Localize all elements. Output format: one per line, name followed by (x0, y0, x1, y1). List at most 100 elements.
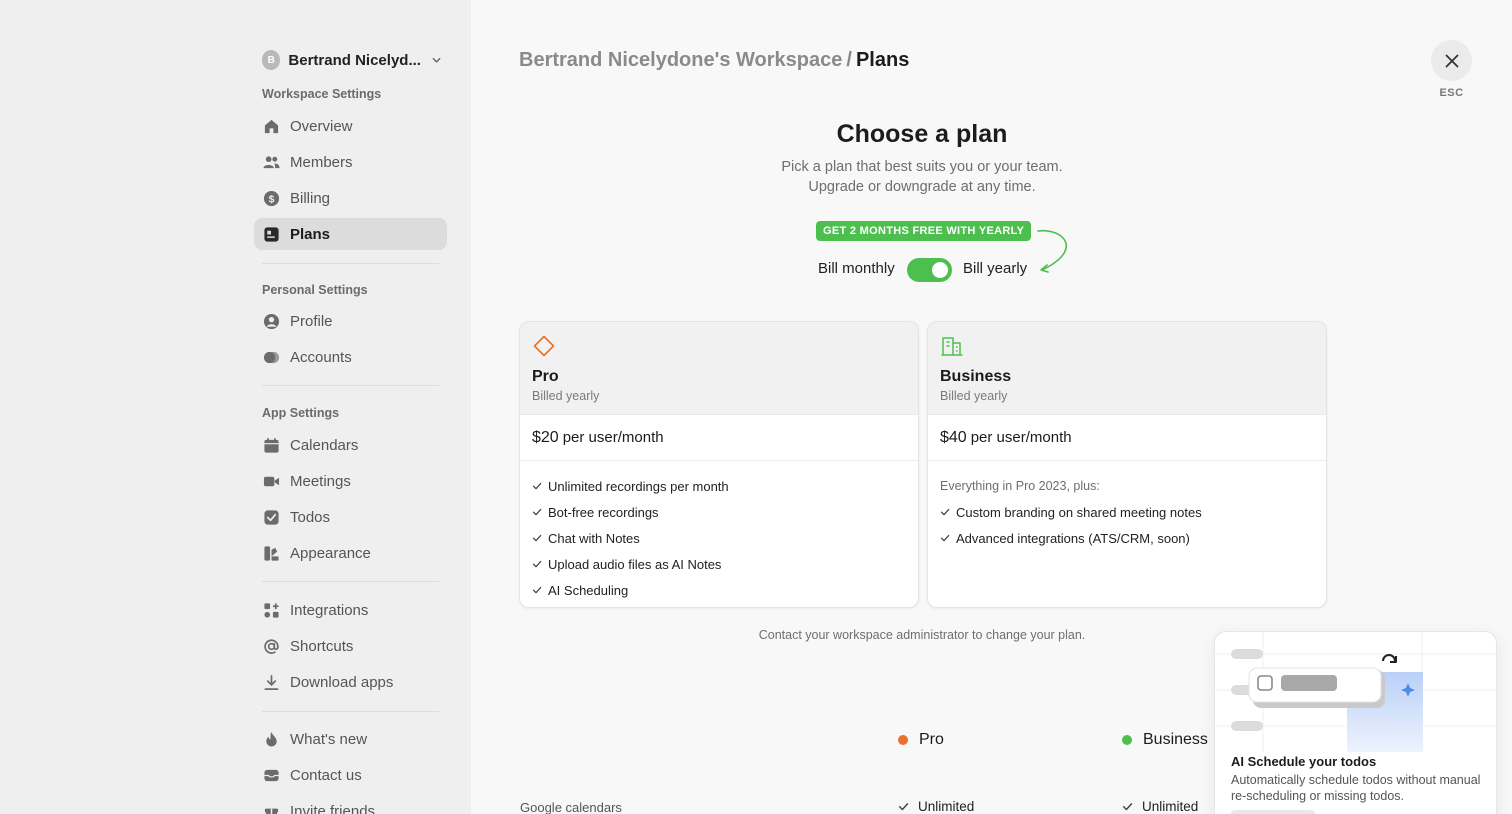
sidebar-item-label: Members (290, 153, 353, 171)
home-icon (262, 117, 280, 135)
download-icon (262, 673, 280, 691)
accounts-icon (262, 348, 280, 366)
section-personal-settings: Personal Settings (262, 283, 368, 297)
sidebar-item-invite-friends[interactable]: Invite friends (254, 795, 447, 814)
sidebar-item-download-apps[interactable]: Download apps (254, 666, 447, 698)
plan-price: $40 per user/month (928, 415, 1326, 461)
chevron-down-icon (432, 57, 441, 63)
sidebar-item-calendars[interactable]: Calendars (254, 429, 447, 461)
sidebar-item-label: Billing (290, 189, 331, 207)
toggle-knob (932, 262, 948, 278)
at-icon (262, 637, 280, 655)
svg-text:$: $ (268, 194, 274, 205)
comparison-cell-business: Unlimited (1122, 799, 1198, 814)
sidebar-item-whats-new[interactable]: What's new (254, 723, 447, 755)
feature-item: Custom branding on shared meeting notes (940, 499, 1314, 525)
sidebar-item-shortcuts[interactable]: Shortcuts (254, 630, 447, 662)
sidebar-item-todos[interactable]: Todos (254, 501, 447, 533)
sidebar-item-label: Invite friends (290, 802, 376, 814)
plans-heading: Choose a plan (836, 120, 1008, 148)
integrations-icon (262, 601, 280, 619)
breadcrumb-separator: / (846, 49, 852, 71)
feature-item: Advanced integrations (ATS/CRM, soon) (940, 525, 1314, 551)
sidebar-item-profile[interactable]: Profile (254, 305, 447, 337)
plan-features: Unlimited recordings per month Bot-free … (520, 461, 918, 603)
workspace-name: Bertrand Nicelyd... (288, 51, 421, 69)
sidebar-item-integrations[interactable]: Integrations (254, 594, 447, 626)
sidebar-item-label: Profile (290, 312, 333, 330)
feature-item: AI Scheduling (532, 577, 906, 603)
gift-icon (262, 802, 280, 814)
sidebar-item-label: Todos (290, 508, 331, 526)
plan-price: $20 per user/month (520, 415, 918, 461)
plan-name: Business (940, 368, 1012, 385)
sidebar-item-label: Plans (290, 225, 331, 243)
plan-card-header: Business Billed yearly (928, 322, 1326, 415)
bill-monthly-label[interactable]: Bill monthly (818, 260, 895, 277)
calendar-icon (262, 436, 280, 454)
close-button[interactable] (1431, 40, 1472, 81)
plan-billing-period: Billed yearly (940, 389, 1008, 403)
sidebar: B Bertrand Nicelyd... Workspace Settings… (0, 0, 471, 814)
sidebar-item-label: Download apps (290, 673, 394, 691)
plan-name: Pro (532, 368, 559, 385)
check-icon (532, 586, 542, 594)
plan-billing-period: Billed yearly (532, 389, 600, 403)
sidebar-item-plans[interactable]: Plans (254, 218, 447, 250)
feature-item: Unlimited recordings per month (532, 473, 906, 499)
breadcrumb-workspace[interactable]: Bertrand Nicelydone's Workspace (519, 49, 842, 71)
contact-admin-note: Contact your workspace administrator to … (758, 628, 1086, 642)
plan-price-unit: per user/month (562, 429, 664, 446)
sidebar-divider (262, 385, 439, 386)
breadcrumb: Bertrand Nicelydone's Workspace / Plans (519, 49, 909, 72)
feature-text: Upload audio files as AI Notes (548, 556, 722, 572)
esc-hint: ESC (1439, 87, 1464, 99)
promo-card-cta-button[interactable] (1231, 810, 1315, 814)
building-icon (941, 337, 963, 356)
appearance-icon (262, 544, 280, 562)
comparison-row-label: Google calendars (520, 800, 622, 814)
dollar-icon: $ (262, 189, 280, 207)
workspace-avatar: B (262, 50, 281, 70)
sidebar-item-members[interactable]: Members (254, 146, 447, 178)
sidebar-item-label: Shortcuts (290, 637, 354, 655)
plan-price-amount: $40 (940, 428, 967, 446)
check-icon (532, 508, 542, 516)
sidebar-item-meetings[interactable]: Meetings (254, 465, 447, 497)
sidebar-item-contact-us[interactable]: Contact us (254, 759, 447, 791)
feature-item: Chat with Notes (532, 525, 906, 551)
sidebar-item-label: What's new (290, 730, 368, 748)
business-dot-icon (1122, 735, 1132, 745)
members-icon (262, 153, 280, 171)
close-icon (1445, 54, 1458, 67)
feature-item: Upload audio files as AI Notes (532, 551, 906, 577)
feature-item: Bot-free recordings (532, 499, 906, 525)
ai-schedule-illustration (1215, 632, 1496, 752)
diamond-icon (533, 335, 555, 357)
sidebar-item-label: Contact us (290, 766, 362, 784)
bill-yearly-label[interactable]: Bill yearly (963, 260, 1027, 277)
check-icon (940, 508, 950, 516)
sidebar-item-appearance[interactable]: Appearance (254, 537, 447, 569)
workspace-switcher[interactable]: B Bertrand Nicelyd... (262, 48, 442, 72)
promo-card-description: Automatically schedule todos without man… (1231, 773, 1481, 803)
ai-schedule-promo-card[interactable]: AI Schedule your todos Automatically sch… (1214, 631, 1497, 814)
sidebar-item-overview[interactable]: Overview (254, 110, 447, 142)
comparison-cell-value: Unlimited (918, 799, 975, 814)
feature-intro: Everything in Pro 2023, plus: (940, 479, 1100, 493)
sidebar-item-billing[interactable]: $ Billing (254, 182, 447, 214)
billing-cycle-toggle[interactable] (907, 258, 952, 282)
sidebar-item-label: Meetings (290, 472, 351, 490)
sidebar-divider (262, 711, 439, 712)
flame-icon (262, 730, 280, 748)
inbox-icon (262, 766, 280, 784)
plan-card-header: Pro Billed yearly (520, 322, 918, 415)
feature-text: Unlimited recordings per month (548, 478, 729, 494)
sidebar-item-accounts[interactable]: Accounts (254, 341, 447, 373)
section-app-settings: App Settings (262, 406, 340, 420)
check-icon (532, 482, 542, 490)
sidebar-divider (262, 581, 439, 582)
sidebar-item-label: Integrations (290, 601, 369, 619)
check-square-icon (262, 508, 280, 526)
sidebar-item-label: Calendars (290, 436, 359, 454)
